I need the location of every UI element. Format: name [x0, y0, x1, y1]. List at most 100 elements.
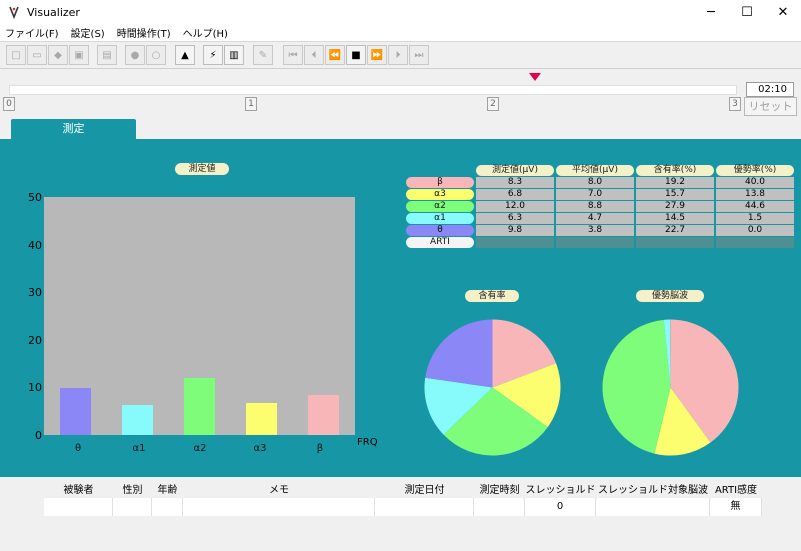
header-threshold-target: スレッショルド対象脳波 [598, 485, 708, 496]
menu-help[interactable]: ヘルプ(H) [183, 25, 228, 40]
table-cell: 7.0 [556, 189, 634, 200]
row-label-theta: θ [406, 225, 474, 236]
arti-sensitivity-field[interactable]: 無 [710, 498, 762, 516]
table-row: θ 9.8 3.8 22.7 0.0 [406, 225, 794, 236]
timeline-tick-1: 1 [245, 97, 257, 111]
table-cell [556, 237, 634, 248]
table-cell: 44.6 [716, 201, 794, 212]
print-icon[interactable]: ▤ [97, 45, 117, 65]
table-cell: 8.3 [476, 177, 554, 188]
table-row: ARTI [406, 237, 794, 248]
title-bar: Visualizer ─ ☐ ✕ [0, 0, 801, 24]
menu-bar: ファイル(F) 設定(S) 時間操作(T) ヘルプ(H) [0, 24, 801, 41]
bar-chart-title: 測定値 [175, 163, 229, 175]
table-cell: 8.0 [556, 177, 634, 188]
menu-time-operation[interactable]: 時間操作(T) [117, 25, 171, 40]
bar-theta [59, 388, 91, 435]
app-logo-icon [9, 6, 19, 19]
timeline: 02:10 0 1 2 3 リセット [0, 70, 801, 118]
lightning-icon[interactable]: ⚡ [203, 45, 223, 65]
user-icon[interactable]: ● [125, 45, 145, 65]
age-field[interactable] [152, 498, 183, 516]
bar-beta [308, 395, 340, 435]
bar-chart-plot [44, 197, 355, 435]
new-file-icon[interactable]: □ [6, 45, 26, 65]
timeline-tick-3: 3 [729, 97, 741, 111]
stop-icon[interactable]: ■ [346, 45, 366, 65]
y-tick-label: 40 [28, 239, 42, 252]
skip-end-icon[interactable]: ⏭ [409, 45, 429, 65]
table-header: 優勢率(%) [716, 165, 794, 176]
minimize-button[interactable]: ─ [693, 0, 729, 24]
gender-field[interactable] [113, 498, 152, 516]
header-time: 測定時刻 [479, 485, 520, 496]
open-folder-icon[interactable]: ▭ [27, 45, 47, 65]
subject-field[interactable] [44, 498, 113, 516]
step-forward-icon[interactable]: ⏵ [388, 45, 408, 65]
menu-settings[interactable]: 設定(S) [71, 25, 105, 40]
time-field[interactable] [474, 498, 525, 516]
refresh-icon[interactable]: ○ [146, 45, 166, 65]
x-axis-label: FRQ [357, 437, 378, 448]
table-row: α3 6.8 7.0 15.7 13.8 [406, 189, 794, 200]
pen-icon[interactable]: ✎ [253, 45, 273, 65]
date-field[interactable] [375, 498, 474, 516]
subject-info-grid: 被験者 性別 年齢 メモ 測定日付 測定時刻 スレッショルド スレッショルド対象… [44, 484, 762, 517]
pie-slice-θ [425, 319, 493, 388]
maximize-button[interactable]: ☐ [729, 0, 765, 24]
table-row: α2 12.0 8.8 27.9 44.6 [406, 201, 794, 212]
table-cell: 27.9 [636, 201, 714, 212]
table-cell [476, 237, 554, 248]
skip-start-icon[interactable]: ⏮ [283, 45, 303, 65]
bar-category-label-alpha3: α3 [253, 443, 267, 454]
tab-measurement[interactable]: 測定 [11, 119, 136, 139]
header-threshold: スレッショルド [525, 485, 596, 496]
table-cell: 4.7 [556, 213, 634, 224]
bar-category-label-alpha1: α1 [132, 443, 146, 454]
bar-category-label-alpha2: α2 [193, 443, 207, 454]
table-cell: 9.8 [476, 225, 554, 236]
bar-chart-icon[interactable]: ▥ [224, 45, 244, 65]
y-tick-label: 0 [35, 429, 42, 442]
y-tick-label: 10 [28, 381, 42, 394]
stats-table: 測定値(μV) 平均値(μV) 含有率(%) 優勢率(%) β 8.3 8.0 … [404, 164, 796, 249]
close-button[interactable]: ✕ [765, 0, 801, 24]
table-cell: 6.3 [476, 213, 554, 224]
bar-alpha3 [246, 402, 278, 435]
table-cell: 14.5 [636, 213, 714, 224]
header-arti-sensitivity: ARTI感度 [714, 485, 758, 496]
table-cell: 8.8 [556, 201, 634, 212]
header-date: 測定日付 [404, 485, 445, 496]
header-subject: 被験者 [63, 485, 94, 496]
row-label-arti: ARTI [406, 237, 474, 248]
table-cell [716, 237, 794, 248]
menu-file[interactable]: ファイル(F) [5, 25, 59, 40]
step-back-icon[interactable]: ⏴ [304, 45, 324, 65]
playhead-marker-icon[interactable] [529, 73, 541, 81]
table-cell: 3.8 [556, 225, 634, 236]
table-cell: 6.8 [476, 189, 554, 200]
bell-icon[interactable]: ▲ [175, 45, 195, 65]
table-row: β 8.3 8.0 19.2 40.0 [406, 177, 794, 188]
bar-alpha2 [184, 377, 215, 435]
import-icon[interactable]: ◆ [48, 45, 68, 65]
save-icon[interactable]: ▣ [69, 45, 89, 65]
y-tick-label: 50 [28, 191, 42, 204]
pie-content-chart [424, 319, 561, 456]
table-cell: 13.8 [716, 189, 794, 200]
rewind-icon[interactable]: ⏪ [325, 45, 345, 65]
memo-field[interactable] [183, 498, 375, 516]
y-tick-label: 20 [28, 334, 42, 347]
reset-button[interactable]: リセット [744, 97, 797, 116]
table-cell: 15.7 [636, 189, 714, 200]
header-age: 年齢 [157, 485, 178, 496]
threshold-field[interactable]: 0 [525, 498, 596, 516]
pie-dominant-title: 優勢脳波 [636, 290, 704, 302]
timeline-track[interactable] [9, 85, 737, 95]
fast-forward-icon[interactable]: ⏩ [367, 45, 387, 65]
threshold-target-field[interactable] [596, 498, 710, 516]
table-header: 含有率(%) [636, 165, 714, 176]
row-label-alpha3: α3 [406, 189, 474, 200]
bar-alpha1 [121, 405, 153, 435]
bar-category-label-beta: β [316, 443, 324, 454]
